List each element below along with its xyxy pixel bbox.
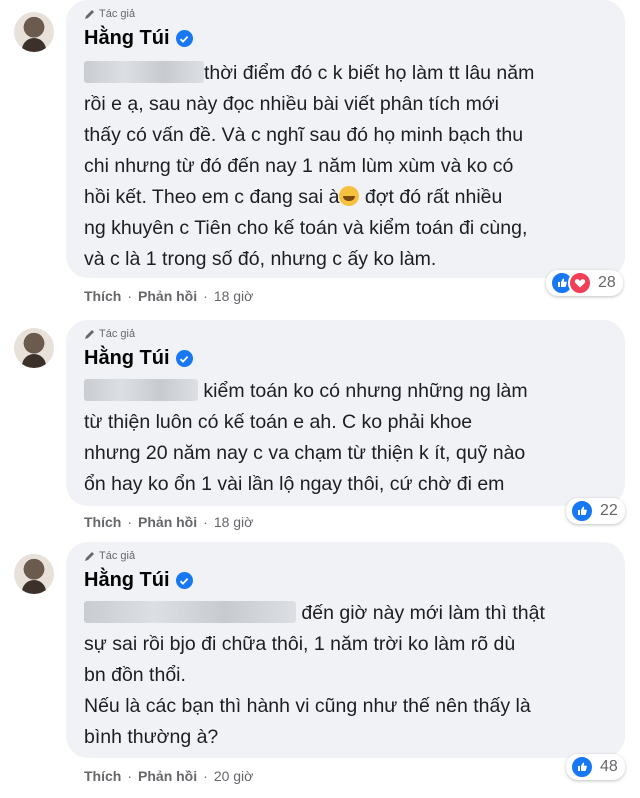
- comment-line: rồi e ạ, sau này đọc nhiều bài viết phân…: [84, 93, 499, 115]
- separator-dot: ·: [203, 514, 208, 530]
- author-name-text: Hằng Túi: [84, 27, 170, 49]
- author-badge: Tác giả: [84, 328, 135, 340]
- comment-actions: Thích · Phản hồi · 18 giờ: [84, 514, 253, 530]
- pen-icon: [84, 550, 96, 562]
- comment-line: bn đồn thổi.: [84, 664, 186, 686]
- separator-dot: ·: [127, 288, 133, 304]
- author-name[interactable]: Hằng Túi: [84, 27, 193, 50]
- like-icon: [570, 755, 594, 779]
- verified-icon: [175, 30, 193, 47]
- avatar[interactable]: [14, 328, 54, 368]
- author-badge: Tác giả: [84, 8, 135, 20]
- reply-button[interactable]: Phản hồi: [138, 768, 197, 784]
- reaction-summary[interactable]: 28: [546, 270, 623, 296]
- comment-line: thấy có vấn đề. Và c nghĩ sau đó họ minh…: [84, 124, 524, 146]
- pen-icon: [84, 8, 96, 20]
- timestamp[interactable]: 20 giờ: [214, 768, 254, 784]
- comment-actions: Thích · Phản hồi · 18 giờ: [84, 288, 253, 304]
- reply-button[interactable]: Phản hồi: [138, 514, 197, 530]
- author-name-text: Hằng Túi: [84, 347, 170, 369]
- blurred-mention: [84, 601, 296, 623]
- comment-line: và c là 1 trong số đó, nhưng c ấy ko làm…: [84, 248, 437, 270]
- love-icon: [568, 271, 592, 295]
- blurred-mention: [84, 61, 204, 83]
- pen-icon: [84, 328, 96, 340]
- comment-line: ổn hay ko ổn 1 vài lần lộ ngay thôi, cứ …: [84, 473, 505, 495]
- comment-line: chi nhưng từ đó đến nay 1 năm lùm xùm và…: [84, 155, 514, 177]
- timestamp[interactable]: 18 giờ: [214, 514, 254, 530]
- blurred-mention: [84, 379, 198, 401]
- comment-line: thời điểm đó c k biết họ làm tt lâu năm: [204, 62, 535, 84]
- avatar[interactable]: [14, 12, 54, 52]
- like-button[interactable]: Thích: [84, 768, 121, 784]
- comment-text: đến giờ này mới làm thì thật sự sai rồi …: [84, 598, 545, 753]
- comment-line: kiểm toán ko có nhưng những ng làm: [203, 380, 528, 402]
- author-badge-label: Tác giả: [99, 328, 136, 340]
- author-badge-label: Tác giả: [99, 8, 136, 20]
- comment-line: đến giờ này mới làm thì thật: [301, 602, 545, 624]
- separator-dot: ·: [127, 768, 133, 784]
- author-name[interactable]: Hằng Túi: [84, 569, 193, 592]
- author-badge-label: Tác giả: [99, 550, 136, 562]
- comment-line: hồi kết. Theo em c đang sai à: [84, 186, 340, 208]
- verified-icon: [175, 350, 193, 367]
- reaction-summary[interactable]: 22: [566, 498, 625, 524]
- comment-line: ng khuyên c Tiên cho kế toán và kiểm toá…: [84, 217, 528, 239]
- comment-bubble: Tác giả Hằng Túi thời điểm đó c k biết h…: [66, 0, 625, 278]
- grinning-emoji-icon: [339, 186, 360, 206]
- author-name-text: Hằng Túi: [84, 569, 170, 591]
- comment-line: sự sai rồi bjo đi chữa thôi, 1 năm trời …: [84, 633, 516, 655]
- reply-button[interactable]: Phản hồi: [138, 288, 197, 304]
- comment-line: Nếu là các bạn thì hành vi cũng như thế …: [84, 695, 531, 717]
- like-button[interactable]: Thích: [84, 514, 121, 530]
- separator-dot: ·: [203, 768, 208, 784]
- comment-line: nhưng 20 năm nay c va chạm từ thiện k ít…: [84, 442, 526, 464]
- comment-line: đợt đó rất nhiều: [359, 186, 503, 208]
- reaction-count: 48: [600, 758, 618, 775]
- author-badge: Tác giả: [84, 550, 135, 562]
- comment-line: bình thường à?: [84, 726, 219, 748]
- avatar[interactable]: [14, 554, 54, 594]
- timestamp[interactable]: 18 giờ: [214, 288, 254, 304]
- separator-dot: ·: [127, 514, 133, 530]
- reaction-summary[interactable]: 48: [566, 754, 625, 780]
- like-icon: [570, 499, 594, 523]
- comment-actions: Thích · Phản hồi · 20 giờ: [84, 768, 253, 784]
- author-name[interactable]: Hằng Túi: [84, 347, 193, 370]
- reaction-count: 22: [600, 502, 618, 519]
- separator-dot: ·: [203, 288, 208, 304]
- like-button[interactable]: Thích: [84, 288, 121, 304]
- comment-bubble: Tác giả Hằng Túi đến giờ này mới làm thì…: [66, 542, 625, 758]
- comment-text: kiểm toán ko có nhưng những ng làm từ th…: [84, 376, 528, 500]
- verified-icon: [175, 572, 193, 589]
- reaction-count: 28: [598, 274, 616, 291]
- comment-line: từ thiện luôn có kế toán e ah. C ko phải…: [84, 411, 473, 433]
- comment-bubble: Tác giả Hằng Túi kiểm toán ko có nhưng n…: [66, 320, 625, 506]
- comment-text: thời điểm đó c k biết họ làm tt lâu năm …: [84, 58, 534, 275]
